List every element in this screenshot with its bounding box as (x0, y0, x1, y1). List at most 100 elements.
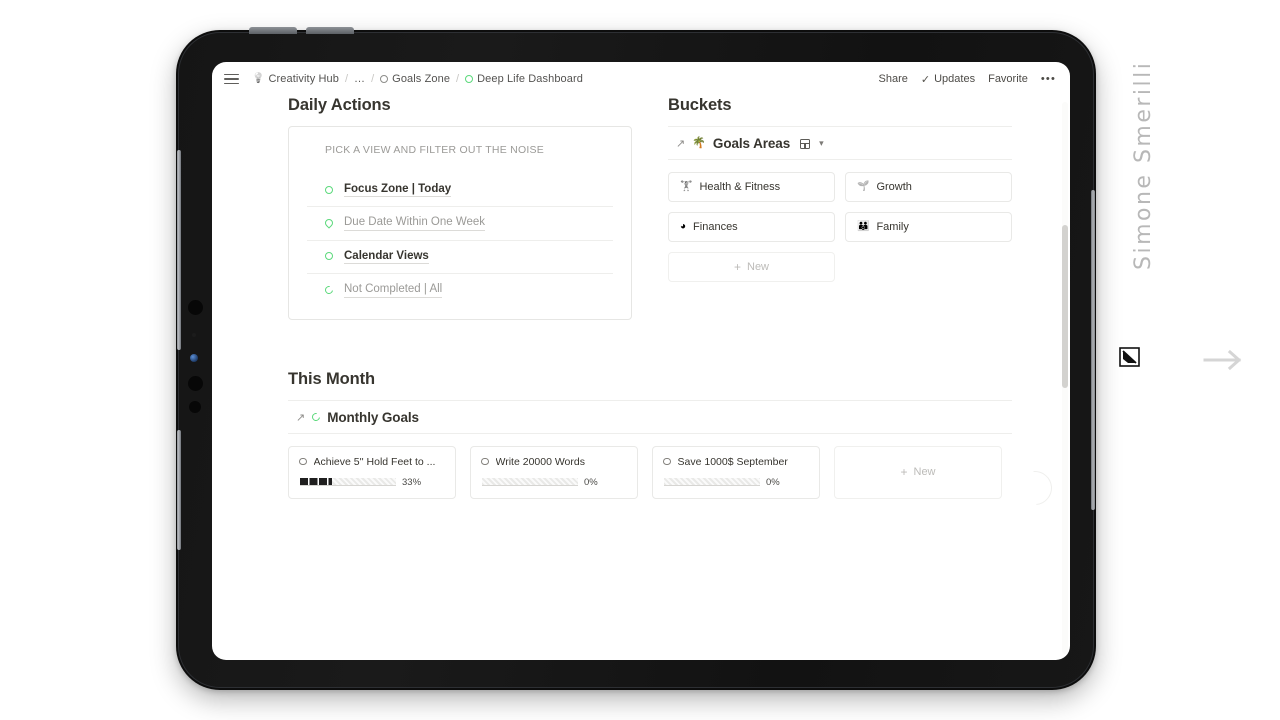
more-options-icon[interactable]: ••• (1041, 73, 1056, 85)
breadcrumb-separator: / (371, 73, 375, 85)
arrow-up-right-icon[interactable]: ↗ (296, 411, 305, 424)
rear-camera-secondary-icon (188, 376, 203, 391)
bucket-card-growth[interactable]: 🌱 Growth (845, 172, 1012, 202)
monthly-goals-title: Monthly Goals (327, 409, 419, 425)
updates-button[interactable]: ✓ Updates (921, 73, 975, 86)
daily-action-row-focus-zone[interactable]: Focus Zone | Today (307, 174, 613, 208)
circle-icon (481, 457, 489, 466)
daily-action-label[interactable]: Focus Zone | Today (344, 182, 452, 198)
green-circle-icon (465, 75, 474, 83)
monthly-goals-new-button[interactable]: + New (834, 445, 1002, 499)
family-icon: 👪 (857, 221, 870, 232)
screenshot-root: 💡 Creativity Hub / … / Goals Zone / Deep… (0, 0, 1280, 720)
goal-header: Save 1000$ September (663, 456, 809, 468)
breadcrumb-label: Creativity Hub (268, 73, 339, 85)
goal-title: Write 20000 Words (495, 455, 586, 468)
this-month-heading: This Month (288, 369, 375, 388)
chevron-down-icon[interactable]: ▾ (819, 138, 824, 149)
monthly-goals-list: Achieve 5'' Hold Feet to ... 33% Write 2… (288, 445, 1012, 499)
daily-action-label[interactable]: Due Date Within One Week (344, 215, 486, 231)
breadcrumb-item-creativity-hub[interactable]: 💡 Creativity Hub (252, 73, 339, 85)
favorite-button[interactable]: Favorite (988, 73, 1028, 85)
scrollbar-thumb[interactable] (1062, 225, 1068, 388)
new-label: New (913, 466, 936, 478)
bucket-label: Health & Fitness (699, 181, 781, 193)
page-content: Daily Actions PICK A VIEW AND FILTER OUT… (212, 96, 1070, 660)
buckets-new-button[interactable]: + New (668, 252, 835, 282)
goal-title: Save 1000$ September (677, 455, 788, 468)
share-button[interactable]: Share (879, 73, 908, 85)
weightlifting-icon: 🏋 (680, 181, 693, 192)
arrow-up-right-icon[interactable]: ↗ (676, 137, 685, 150)
progress-bar (482, 478, 578, 486)
green-circle-icon (325, 252, 333, 261)
cursor-icon (1119, 347, 1140, 367)
goal-progress: 33% (299, 477, 445, 488)
green-spinner-icon (310, 411, 322, 423)
monthly-goals-database-header[interactable]: ↗ Monthly Goals (288, 399, 1012, 434)
plus-icon: + (900, 465, 908, 479)
topbar-actions: Share ✓ Updates Favorite ••• (879, 73, 1056, 86)
daily-action-row-calendar-views[interactable]: Calendar Views (307, 241, 613, 275)
two-column-layout: Daily Actions PICK A VIEW AND FILTER OUT… (288, 96, 1012, 320)
arrow-right-icon[interactable] (1203, 348, 1245, 372)
circle-icon (380, 75, 389, 83)
goals-areas-database-header[interactable]: ↗ 🌴 Goals Areas ▾ (668, 126, 1012, 160)
volume-down-button[interactable] (306, 27, 354, 34)
goals-areas-title: Goals Areas (712, 136, 791, 151)
buckets-grid: 🏋 Health & Fitness 🌱 Growth ◕ Finances 👪… (668, 172, 1012, 242)
bucket-card-family[interactable]: 👪 Family (845, 212, 1012, 242)
check-icon: ✓ (920, 73, 931, 86)
breadcrumb-label: Deep Life Dashboard (477, 73, 583, 85)
breadcrumb-separator: / (344, 73, 348, 85)
column-buckets: Buckets ↗ 🌴 Goals Areas ▾ 🏋 Health & Fit… (668, 96, 1012, 320)
breadcrumb-separator: / (456, 73, 460, 85)
buckets-heading: Buckets (668, 96, 732, 114)
lightbulb-icon: 💡 (252, 73, 265, 84)
daily-action-row-not-completed[interactable]: Not Completed | All (307, 274, 613, 306)
volume-up-button[interactable] (249, 27, 297, 34)
plus-icon: + (733, 260, 741, 274)
daily-action-label[interactable]: Calendar Views (344, 249, 429, 265)
progress-bar (664, 478, 760, 486)
breadcrumb-item-ellipsis[interactable]: … (354, 73, 365, 85)
goal-header: Achieve 5'' Hold Feet to ... (299, 456, 445, 468)
tree-icon: 🌴 (692, 137, 706, 149)
goal-progress: 0% (663, 477, 809, 488)
breadcrumb-label: Goals Zone (392, 73, 451, 85)
circle-icon (299, 457, 307, 466)
goal-card-write-words[interactable]: Write 20000 Words 0% (470, 445, 638, 499)
goal-card-save-september[interactable]: Save 1000$ September 0% (652, 445, 820, 499)
bucket-label: Family (876, 221, 909, 233)
table-view-icon[interactable] (800, 138, 811, 149)
bucket-card-finances[interactable]: ◕ Finances (668, 212, 835, 242)
progress-label: 0% (584, 476, 598, 488)
daily-actions-subtitle: PICK A VIEW AND FILTER OUT THE NOISE (325, 144, 545, 156)
goal-title: Achieve 5'' Hold Feet to ... (313, 455, 436, 468)
seedling-icon: 🌱 (857, 181, 870, 192)
breadcrumb-item-deep-life-dashboard[interactable]: Deep Life Dashboard (465, 73, 583, 85)
breadcrumb: 💡 Creativity Hub / … / Goals Zone / Deep… (252, 73, 583, 85)
updates-label: Updates (934, 73, 976, 85)
bucket-label: Growth (876, 181, 912, 193)
daily-action-label[interactable]: Not Completed | All (344, 282, 443, 298)
breadcrumb-item-goals-zone[interactable]: Goals Zone (380, 73, 450, 85)
hamburger-menu-icon[interactable] (224, 73, 239, 85)
column-daily-actions: Daily Actions PICK A VIEW AND FILTER OUT… (288, 96, 632, 320)
left-side-rail-lower (177, 430, 181, 550)
goal-progress: 0% (481, 477, 627, 488)
share-label: Share (878, 73, 908, 85)
lidar-sensor-icon (189, 401, 201, 413)
right-side-rail (1091, 190, 1095, 510)
progress-label: 33% (402, 476, 422, 488)
progress-bar-fill (300, 478, 332, 485)
bucket-label: Finances (693, 221, 738, 233)
sensor-icon (190, 354, 198, 362)
goal-card-achieve-hold[interactable]: Achieve 5'' Hold Feet to ... 33% (288, 445, 456, 499)
tablet-screen: 💡 Creativity Hub / … / Goals Zone / Deep… (212, 62, 1070, 660)
bucket-card-health-fitness[interactable]: 🏋 Health & Fitness (668, 172, 835, 202)
breadcrumb-label: … (354, 73, 366, 85)
progress-label: 0% (766, 476, 780, 488)
daily-action-row-due-date[interactable]: Due Date Within One Week (307, 207, 613, 241)
green-drop-icon (323, 217, 335, 229)
